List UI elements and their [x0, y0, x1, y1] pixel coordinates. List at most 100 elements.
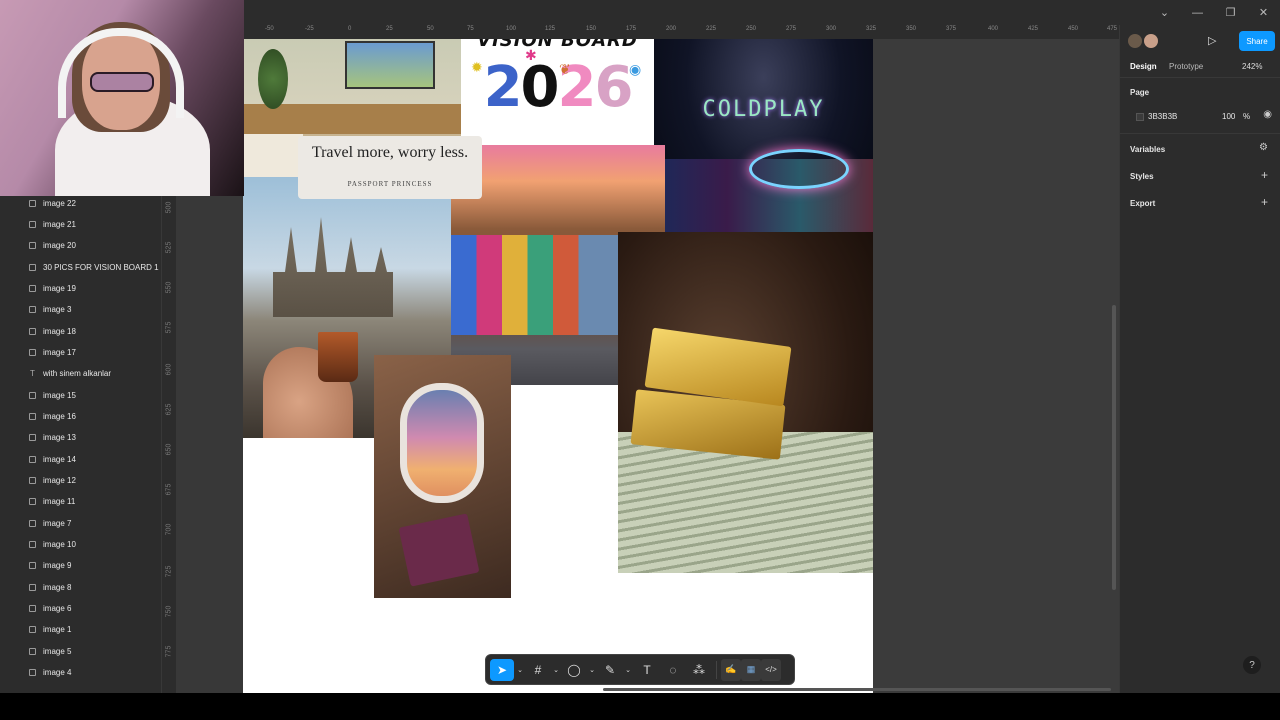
layer-item[interactable]: image 5	[0, 641, 160, 662]
layer-name: image 12	[43, 476, 76, 485]
image-layer-icon	[29, 413, 36, 420]
chevron-down-icon[interactable]: ⌄	[622, 659, 634, 681]
page-color-value[interactable]: 3B3B3B	[1148, 112, 1177, 121]
ruler-tick: 225	[706, 26, 717, 32]
vision-board-frame[interactable]: VISION BOARD 2026 ✱ ✹ ❦ ◉ COLDPLAY Trave…	[243, 39, 873, 693]
layer-name: image 17	[43, 348, 76, 357]
ruler-tick: 200	[666, 26, 677, 32]
tab-design[interactable]: Design	[1130, 62, 1157, 71]
coldplay-concert-image[interactable]: COLDPLAY	[654, 39, 873, 232]
ruler-tick: 750	[165, 605, 173, 618]
zoom-level[interactable]: 242%	[1242, 62, 1262, 71]
avatar[interactable]	[1144, 34, 1158, 48]
image-layer-icon	[29, 562, 36, 569]
layer-item[interactable]: Twith sinem alkanlar	[0, 363, 160, 384]
bottom-toolbar: ➤ ⌄ # ⌄ ◯ ⌄ ✎ ⌄ T ◌ ⁂ ✍ ▦ </>	[485, 654, 795, 685]
plus-icon[interactable]: +	[1261, 195, 1268, 209]
plus-icon[interactable]: +	[1261, 168, 1268, 182]
dev-mode-icon[interactable]: ▦	[741, 658, 761, 681]
layer-item[interactable]: image 6	[0, 598, 160, 619]
play-icon[interactable]: ▷	[1208, 34, 1216, 47]
maximize-icon[interactable]: ❐	[1214, 0, 1247, 25]
avatar[interactable]	[1128, 34, 1142, 48]
layer-item[interactable]: image 9	[0, 555, 160, 576]
ruler-horizontal: -50 -25 0 25 50 75 100 125 150 175 200 2…	[243, 25, 1119, 39]
image-layer-icon	[29, 584, 36, 591]
page-color-swatch[interactable]	[1136, 113, 1144, 121]
draw-mode-icon[interactable]: ✍	[721, 658, 741, 681]
airplane-window-image[interactable]	[374, 355, 511, 598]
page-section-title: Page	[1130, 88, 1150, 97]
layer-item[interactable]: image 17	[0, 342, 160, 363]
layer-name: image 1	[43, 625, 72, 634]
page-opacity-value[interactable]: 100	[1222, 112, 1235, 121]
layer-item[interactable]: image 14	[0, 449, 160, 470]
quote-card[interactable]: Travel more, worry less. PASSPORT PRINCE…	[298, 136, 482, 199]
image-layer-icon	[29, 477, 36, 484]
ruler-tick: 775	[165, 645, 173, 658]
layer-item[interactable]: image 4	[0, 662, 160, 683]
vertical-scrollbar[interactable]	[1112, 305, 1116, 590]
chevron-down-icon[interactable]: ⌄	[550, 659, 562, 681]
layer-name: image 7	[43, 519, 72, 528]
layer-item[interactable]: image 1	[0, 619, 160, 640]
chevron-down-icon[interactable]: ⌄	[586, 659, 598, 681]
components-icon[interactable]: ⁂	[686, 659, 712, 681]
layer-item[interactable]: image 18	[0, 321, 160, 342]
move-tool-icon[interactable]: ➤	[490, 658, 514, 681]
layer-item[interactable]: image 3	[0, 299, 160, 320]
help-button[interactable]: ?	[1243, 656, 1261, 674]
layer-name: image 11	[43, 497, 76, 506]
ruler-vertical: 500 525 550 575 600 625 650 675 700 725 …	[161, 196, 176, 693]
text-tool-icon[interactable]: T	[634, 659, 660, 681]
gold-and-cash-image[interactable]	[618, 232, 873, 573]
layer-item[interactable]: image 7	[0, 513, 160, 534]
layer-item[interactable]: image 13	[0, 427, 160, 448]
divider	[1120, 77, 1280, 78]
styles-section[interactable]: Styles	[1130, 172, 1154, 181]
chevron-down-icon[interactable]: ⌄	[514, 659, 526, 681]
layer-item[interactable]: image 21	[0, 214, 160, 235]
code-icon[interactable]: </>	[761, 658, 781, 681]
frame-tool-icon[interactable]: #	[526, 659, 550, 681]
ruler-tick: 275	[786, 26, 797, 32]
ruler-tick: 25	[386, 26, 393, 32]
eye-icon[interactable]: ◉	[1263, 109, 1272, 120]
tab-prototype[interactable]: Prototype	[1169, 62, 1203, 71]
export-section[interactable]: Export	[1130, 199, 1155, 208]
adjust-icon[interactable]: ⚙	[1259, 142, 1268, 153]
layer-item[interactable]: image 12	[0, 470, 160, 491]
layer-item[interactable]: image 16	[0, 406, 160, 427]
ruler-tick: 75	[467, 26, 474, 32]
shape-tool-icon[interactable]: ◯	[562, 659, 586, 681]
share-button[interactable]: Share	[1239, 31, 1275, 51]
comment-tool-icon[interactable]: ◌	[660, 659, 686, 681]
layer-item[interactable]: image 8	[0, 577, 160, 598]
horizontal-scrollbar[interactable]	[603, 688, 1111, 691]
minimize-icon[interactable]: —	[1181, 0, 1214, 25]
layer-item[interactable]: image 10	[0, 534, 160, 555]
layer-item[interactable]: image 19	[0, 278, 160, 299]
layer-item[interactable]: image 15	[0, 385, 160, 406]
pen-tool-icon[interactable]: ✎	[598, 659, 622, 681]
layer-item[interactable]: 30 PICS FOR VISION BOARD 1	[0, 257, 160, 278]
vision-board-title: VISION BOARD	[477, 39, 638, 51]
ruler-tick: 475	[1107, 26, 1118, 32]
image-layer-icon	[29, 242, 36, 249]
layer-name: image 6	[43, 604, 72, 613]
layer-item[interactable]: image 22	[0, 196, 160, 214]
close-icon[interactable]: ✕	[1247, 0, 1280, 25]
passport	[398, 513, 480, 587]
ruler-tick: 0	[348, 26, 352, 32]
window-pane	[400, 383, 484, 503]
layer-name: image 20	[43, 241, 76, 250]
layer-name: image 9	[43, 561, 72, 570]
vision-board-2026-image[interactable]: VISION BOARD 2026 ✱ ✹ ❦ ◉	[461, 39, 654, 145]
layer-item[interactable]: image 20	[0, 235, 160, 256]
variables-section[interactable]: Variables	[1130, 145, 1165, 154]
ruler-tick: 50	[427, 26, 434, 32]
image-layer-icon	[29, 328, 36, 335]
image-layer-icon	[29, 285, 36, 292]
layer-item[interactable]: image 11	[0, 491, 160, 512]
chevron-down-icon[interactable]: ⌄	[1148, 0, 1181, 25]
